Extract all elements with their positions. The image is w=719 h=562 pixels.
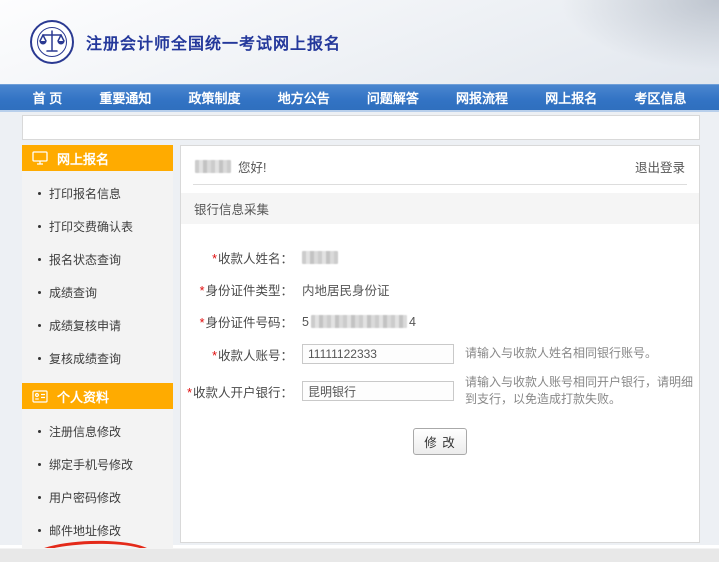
sidebar-section-personal-info: 个人资料 — [22, 383, 173, 409]
cpa-logo-icon — [30, 20, 74, 64]
form-row-account-number: *收款人账号： 请输入与收款人姓名相同银行账号。 — [181, 344, 699, 364]
required-marker: * — [212, 349, 217, 363]
logout-link[interactable]: 退出登录 — [635, 157, 685, 176]
required-marker: * — [187, 386, 192, 400]
form-row-bank-name: *收款人开户银行： 请输入与收款人账号相同开户银行，请明细到支行，以免造成打款失… — [181, 374, 699, 409]
masked-payee-name — [302, 251, 338, 264]
field-label: 身份证件类型： — [205, 284, 293, 298]
nav-item-notices[interactable]: 重要通知 — [99, 88, 151, 107]
site-header: 注册会计师全国统一考试网上报名 — [0, 0, 719, 84]
sidebar-item-score-review-query[interactable]: 复核成绩查询 — [22, 342, 173, 375]
main-panel: 您好! 退出登录 银行信息采集 *收款人姓名： *身份证件类型： 内地居民身份证… — [180, 145, 700, 543]
account-number-hint: 请输入与收款人姓名相同银行账号。 — [465, 345, 699, 362]
required-marker: * — [200, 316, 205, 330]
sidebar-section-title: 网上报名 — [57, 149, 109, 168]
nav-item-policies[interactable]: 政策制度 — [189, 88, 241, 107]
id-number-value: 54 — [302, 315, 416, 329]
field-label: 收款人账号： — [218, 349, 293, 363]
bottom-strip — [0, 548, 719, 562]
scales-of-justice-icon — [35, 25, 69, 59]
form-row-id-type: *身份证件类型： 内地居民身份证 — [181, 280, 699, 299]
nav-item-exam-area-info[interactable]: 考区信息 — [634, 88, 686, 107]
sidebar-item-registration-info-edit[interactable]: 注册信息修改 — [22, 415, 173, 448]
nav-item-process[interactable]: 网报流程 — [456, 88, 508, 107]
required-marker: * — [212, 252, 217, 266]
sidebar-section-title: 个人资料 — [57, 387, 109, 406]
sidebar-item-registration-status[interactable]: 报名状态查询 — [22, 243, 173, 276]
sidebar-item-email-edit[interactable]: 邮件地址修改 — [22, 514, 173, 547]
button-row: 修 改 — [181, 419, 699, 471]
sidebar-section-online-registration: 网上报名 — [22, 145, 173, 171]
masked-username — [195, 160, 231, 173]
bank-name-hint: 请输入与收款人账号相同开户银行，请明细到支行，以免造成打款失败。 — [465, 374, 699, 409]
sidebar-item-password-edit[interactable]: 用户密码修改 — [22, 481, 173, 514]
id-type-value: 内地居民身份证 — [302, 280, 390, 299]
nav-item-home[interactable]: 首 页 — [33, 88, 63, 107]
brand: 注册会计师全国统一考试网上报名 — [30, 20, 341, 64]
bank-name-input[interactable] — [302, 381, 454, 401]
sidebar-list-personal: 注册信息修改 绑定手机号修改 用户密码修改 邮件地址修改 银行信息采集 — [22, 409, 173, 562]
id-number-prefix: 5 — [302, 315, 309, 329]
sidebar-item-phone-edit[interactable]: 绑定手机号修改 — [22, 448, 173, 481]
modify-button[interactable]: 修 改 — [413, 428, 466, 455]
form-row-id-number: *身份证件号码： 54 — [181, 312, 699, 331]
empty-notice-box — [22, 115, 700, 140]
account-number-input[interactable] — [302, 344, 454, 364]
sidebar-item-print-registration-info[interactable]: 打印报名信息 — [22, 177, 173, 210]
nav-item-registration[interactable]: 网上报名 — [545, 88, 597, 107]
id-number-suffix: 4 — [409, 315, 416, 329]
monitor-icon — [32, 151, 48, 165]
section-title-bar: 银行信息采集 — [181, 193, 699, 224]
payee-name-value — [302, 251, 345, 265]
field-label: 收款人姓名： — [218, 252, 293, 266]
field-label: 收款人开户银行： — [193, 386, 293, 400]
sidebar-item-score-review-apply[interactable]: 成绩复核申请 — [22, 309, 173, 342]
sidebar-item-print-payment-confirmation[interactable]: 打印交费确认表 — [22, 210, 173, 243]
masked-id-number — [311, 315, 407, 328]
greeting-text: 您好! — [238, 157, 266, 176]
nav-item-local-announcements[interactable]: 地方公告 — [278, 88, 330, 107]
required-marker: * — [200, 284, 205, 298]
sidebar-item-score-query[interactable]: 成绩查询 — [22, 276, 173, 309]
id-card-icon — [32, 390, 48, 403]
main-nav: 首 页 重要通知 政策制度 地方公告 问题解答 网报流程 网上报名 考区信息 — [0, 84, 719, 112]
sidebar: 网上报名 打印报名信息 打印交费确认表 报名状态查询 成绩查询 成绩复核申请 复… — [22, 145, 173, 562]
form-row-payee-name: *收款人姓名： — [181, 248, 699, 267]
content-area: 网上报名 打印报名信息 打印交费确认表 报名状态查询 成绩查询 成绩复核申请 复… — [0, 112, 719, 545]
field-label: 身份证件号码： — [205, 316, 293, 330]
sidebar-list-registration: 打印报名信息 打印交费确认表 报名状态查询 成绩查询 成绩复核申请 复核成绩查询 — [22, 171, 173, 383]
site-title: 注册会计师全国统一考试网上报名 — [86, 30, 341, 54]
nav-item-faq[interactable]: 问题解答 — [367, 88, 419, 107]
greeting-row: 您好! 退出登录 — [193, 146, 687, 185]
bank-info-form: *收款人姓名： *身份证件类型： 内地居民身份证 *身份证件号码： 54 *收款… — [181, 224, 699, 471]
